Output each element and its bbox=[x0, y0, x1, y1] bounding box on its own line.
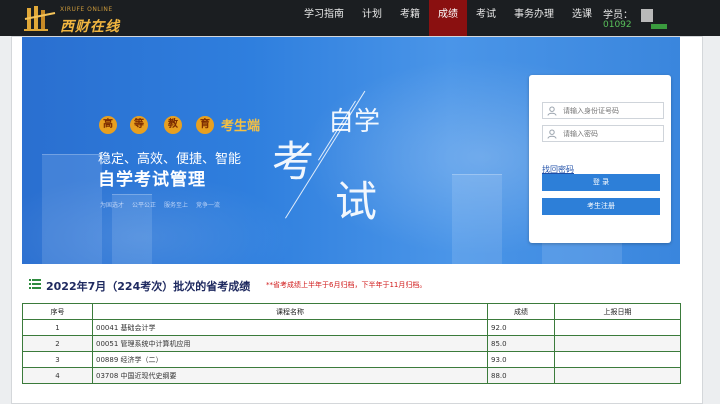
table-row: 1 00041 基础会计学 92.0 bbox=[22, 319, 681, 336]
row-score: 88.0 bbox=[487, 367, 555, 384]
nav-item-5[interactable]: 事务办理 bbox=[505, 0, 563, 36]
banner-keyword: 竞争一流 bbox=[196, 202, 221, 209]
login-button[interactable]: 登 录 bbox=[542, 174, 660, 191]
banner-headline: 自学考试管理 bbox=[98, 170, 206, 190]
art-char-shi: 试 bbox=[335, 177, 378, 226]
banner-keywords: 为国选才 公平公正 服务至上 竞争一流 bbox=[100, 200, 220, 209]
table-row: 3 00889 经济学（二） 93.0 bbox=[22, 351, 681, 368]
row-score: 92.0 bbox=[487, 319, 555, 336]
row-course: 00041 基础会计学 bbox=[92, 319, 488, 336]
results-note: **省考成绩上半年于6月归档，下半年于11月归档。 bbox=[266, 281, 427, 289]
banner-keyword: 为国选才 bbox=[100, 202, 125, 209]
row-course: 00051 管理系统中计算机应用 bbox=[92, 335, 488, 352]
row-date bbox=[554, 351, 681, 368]
row-date bbox=[554, 335, 681, 352]
column-header-score: 成绩 bbox=[487, 303, 555, 320]
logo-subtext: XIRUFE ONLINE bbox=[60, 6, 113, 13]
table-row: 4 03708 中国近现代史纲要 88.0 bbox=[22, 367, 681, 384]
row-no: 2 bbox=[22, 335, 93, 352]
nav-item-3[interactable]: 成绩 bbox=[429, 0, 467, 36]
list-icon bbox=[29, 279, 41, 289]
grades-header-row: 序号 课程名称 成绩 上报日期 bbox=[22, 303, 681, 320]
user-icon bbox=[547, 129, 557, 139]
id-number-input[interactable] bbox=[563, 105, 661, 116]
top-navigation-bar: XIRUFE ONLINE 西财在线 学习指南 计划 考籍 成绩 考试 事务办理 选课 学员… bbox=[0, 0, 720, 36]
grades-table: 序号 课程名称 成绩 上报日期 1 00041 基础会计学 92.0 2 000… bbox=[22, 303, 681, 384]
row-score: 93.0 bbox=[487, 351, 555, 368]
nav-item-2[interactable]: 考籍 bbox=[391, 0, 429, 36]
nav-item-0[interactable]: 学习指南 bbox=[295, 0, 353, 36]
nav-item-4[interactable]: 考试 bbox=[467, 0, 505, 36]
nav-item-6[interactable]: 选课 bbox=[563, 0, 601, 36]
site-logo[interactable]: XIRUFE ONLINE 西财在线 bbox=[24, 2, 134, 35]
seal-char-4: 育 bbox=[196, 116, 214, 134]
logo-text: 西财在线 bbox=[60, 19, 120, 35]
results-title: 2022年7月（224考次）批次的省考成绩 bbox=[46, 280, 251, 293]
logo-icon bbox=[24, 6, 56, 31]
row-no: 4 bbox=[22, 367, 93, 384]
table-row: 2 00051 管理系统中计算机应用 85.0 bbox=[22, 335, 681, 352]
login-panel bbox=[529, 75, 671, 243]
row-course: 03708 中国近现代史纲要 bbox=[92, 367, 488, 384]
register-button[interactable]: 考生注册 bbox=[542, 198, 660, 215]
main-nav: 学习指南 计划 考籍 成绩 考试 事务办理 选课 bbox=[295, 0, 601, 36]
seal-char-3: 教 bbox=[164, 116, 182, 134]
row-no: 3 bbox=[22, 351, 93, 368]
nav-item-1[interactable]: 计划 bbox=[353, 0, 391, 36]
column-header-date: 上报日期 bbox=[554, 303, 681, 320]
student-label: 学员： bbox=[603, 10, 633, 21]
avatar[interactable] bbox=[641, 9, 653, 22]
banner-tag-end: 考生端 bbox=[221, 119, 261, 134]
password-field[interactable] bbox=[542, 125, 664, 142]
avatar-status-bar bbox=[651, 24, 667, 29]
id-number-field[interactable] bbox=[542, 102, 664, 119]
seal-char-1: 高 bbox=[99, 116, 117, 134]
column-header-no: 序号 bbox=[22, 303, 93, 320]
row-date bbox=[554, 367, 681, 384]
column-header-course: 课程名称 bbox=[92, 303, 488, 320]
row-course: 00889 经济学（二） bbox=[92, 351, 488, 368]
password-input[interactable] bbox=[563, 128, 661, 139]
banner-keyword: 服务至上 bbox=[164, 202, 189, 209]
student-id: 01092 bbox=[603, 20, 632, 30]
row-date bbox=[554, 319, 681, 336]
row-score: 85.0 bbox=[487, 335, 555, 352]
banner-keyword: 公平公正 bbox=[132, 202, 157, 209]
user-icon bbox=[547, 106, 557, 116]
seal-char-2: 等 bbox=[130, 116, 148, 134]
row-no: 1 bbox=[22, 319, 93, 336]
